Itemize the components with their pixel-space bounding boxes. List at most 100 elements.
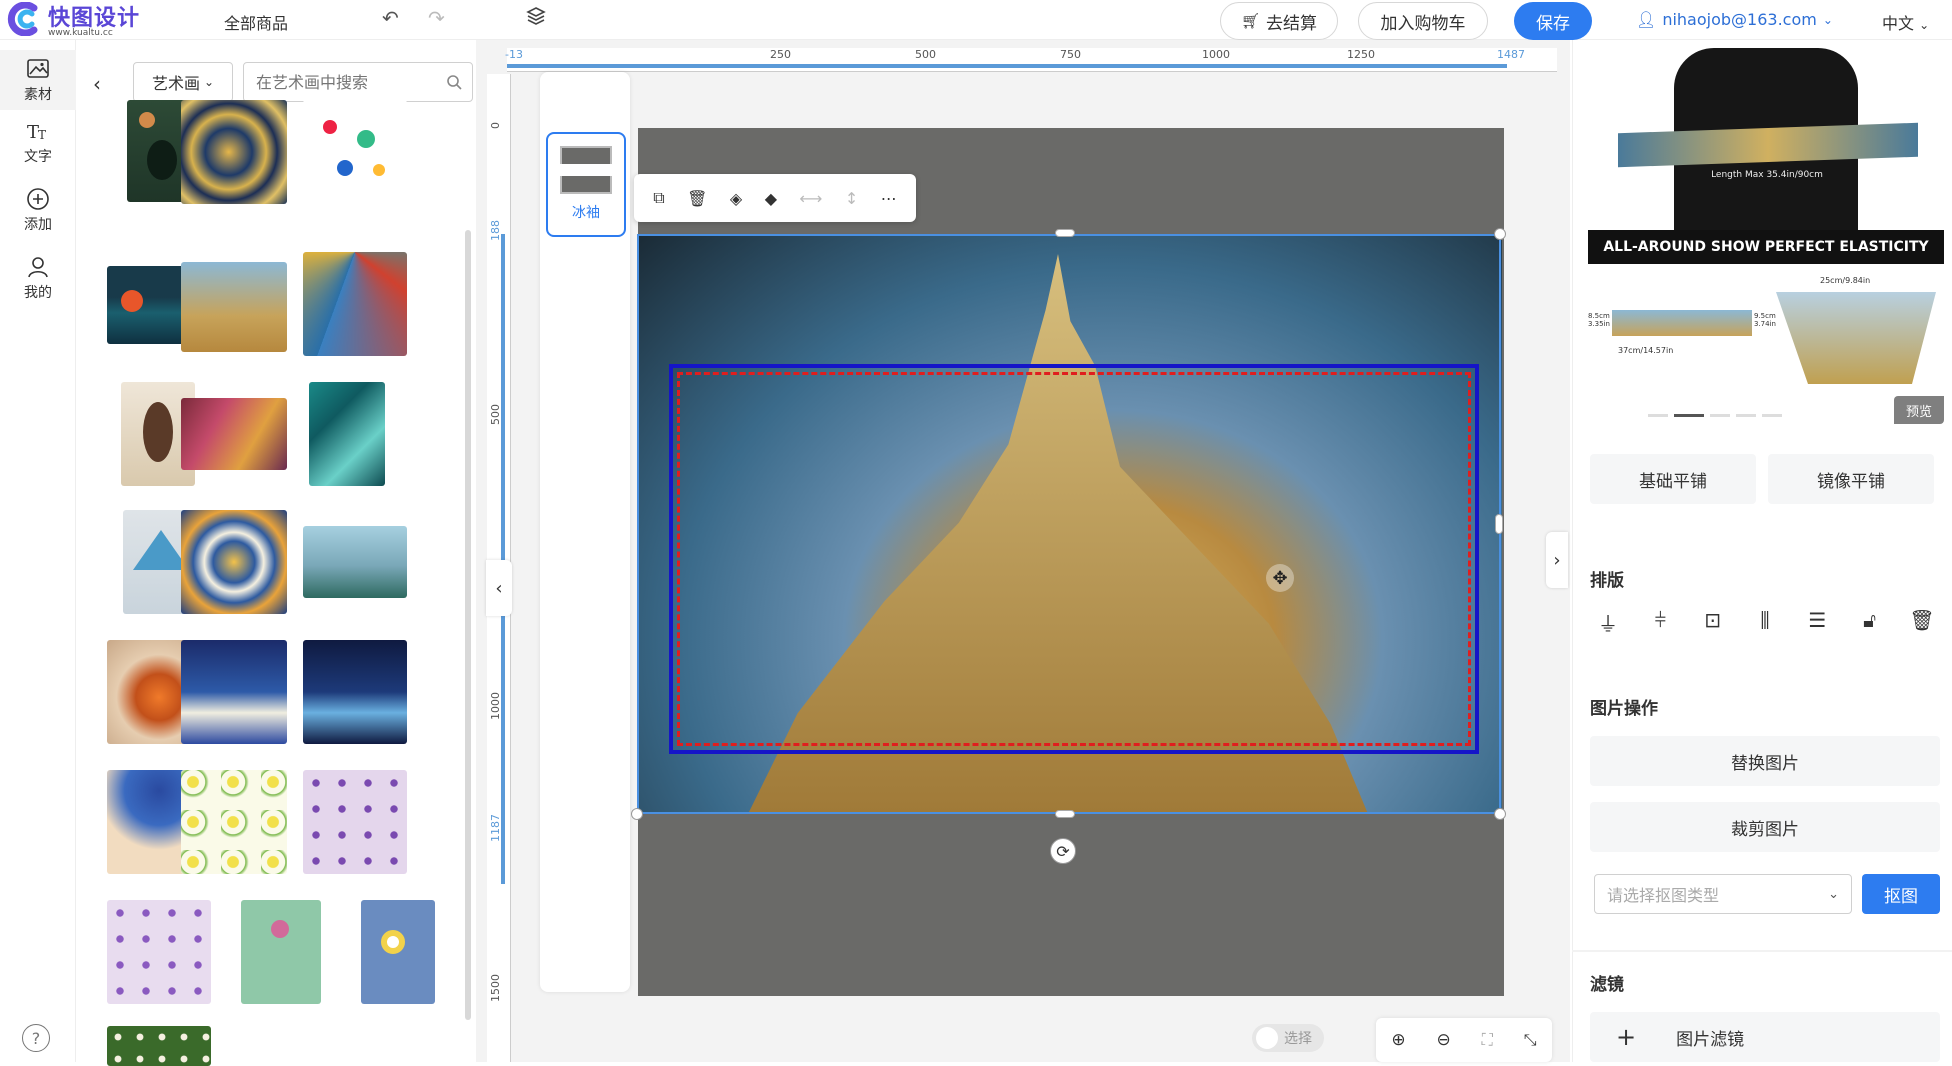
layer-down-icon[interactable]: ◆ bbox=[765, 189, 777, 208]
lock-icon[interactable]: 🔓︎ bbox=[1852, 608, 1888, 637]
trash-icon[interactable]: 🗑︎ bbox=[1904, 608, 1940, 637]
rail-label: 添加 bbox=[24, 217, 52, 233]
view-thumb-sleeve[interactable]: 冰袖 bbox=[546, 132, 626, 237]
all-products-link[interactable]: 全部商品 bbox=[224, 10, 288, 34]
preview-dots[interactable] bbox=[1648, 414, 1808, 417]
material-thumb[interactable] bbox=[303, 526, 407, 598]
delete-icon[interactable]: 🗑︎ bbox=[687, 189, 707, 208]
image-filter-label: 图片滤镜 bbox=[1676, 1029, 1745, 1050]
cutout-placeholder: 请选择抠图类型 bbox=[1607, 886, 1720, 905]
product-preview: Length Max 35.4in/90cm ALL-AROUND SHOW P… bbox=[1588, 48, 1944, 424]
shrink-icon[interactable]: ⤡ bbox=[1524, 1030, 1537, 1050]
back-icon[interactable]: ‹ bbox=[93, 72, 101, 96]
material-thumb[interactable] bbox=[181, 640, 287, 744]
user-menu[interactable]: 👤︎ nihaojob@163.com ⌄ bbox=[1636, 10, 1833, 29]
layer-up-icon[interactable]: ◈ bbox=[730, 189, 742, 208]
add-cart-button[interactable]: 加入购物车 bbox=[1358, 2, 1488, 40]
cutout-type-select[interactable]: 请选择抠图类型 ⌄ bbox=[1594, 874, 1852, 914]
select-toggle[interactable]: 选择 bbox=[1252, 1024, 1324, 1052]
flip-vertical-icon[interactable]: ↕ bbox=[845, 189, 858, 208]
cutout-button[interactable]: 抠图 bbox=[1862, 874, 1940, 914]
search-input[interactable] bbox=[254, 71, 424, 93]
preview-dim: 9.5cm 3.74in bbox=[1754, 312, 1776, 328]
panel-scrollbar[interactable] bbox=[465, 230, 471, 1020]
zoom-in-icon[interactable]: ⊕ bbox=[1391, 1030, 1405, 1050]
checkout-button[interactable]: 🛒︎ 去结算 bbox=[1220, 2, 1338, 40]
user-icon bbox=[28, 257, 48, 278]
material-thumb[interactable] bbox=[303, 770, 407, 874]
replace-image-button[interactable]: 替换图片 bbox=[1590, 736, 1940, 786]
more-icon[interactable]: ⋯ bbox=[881, 189, 897, 208]
flip-horizontal-icon[interactable]: ⟷ bbox=[799, 189, 822, 208]
preview-flat bbox=[1612, 310, 1752, 336]
resize-handle[interactable] bbox=[1494, 228, 1506, 240]
resize-handle[interactable] bbox=[1494, 808, 1506, 820]
tile-basic-button[interactable]: 基础平铺 bbox=[1590, 454, 1756, 504]
save-button[interactable]: 保存 bbox=[1514, 2, 1592, 40]
preview-stretch bbox=[1776, 292, 1936, 384]
material-thumb[interactable] bbox=[181, 770, 287, 874]
material-thumb[interactable] bbox=[181, 398, 287, 470]
material-thumb[interactable] bbox=[181, 100, 287, 204]
materials-panel: ‹ 艺术画 ⌄ bbox=[77, 40, 475, 1066]
preview-banner: ALL-AROUND SHOW PERFECT ELASTICITY bbox=[1588, 230, 1944, 264]
redo-icon[interactable]: ↷ bbox=[428, 6, 445, 30]
align-center-vertical-icon[interactable]: ⏚ bbox=[1590, 608, 1626, 637]
material-thumb[interactable] bbox=[303, 252, 407, 356]
material-thumb[interactable] bbox=[303, 640, 407, 744]
toggle-knob bbox=[1256, 1027, 1278, 1049]
rail-item-text[interactable]: TT 文字 bbox=[0, 118, 76, 174]
fit-screen-icon[interactable]: ⛶ bbox=[1482, 1030, 1493, 1050]
divider bbox=[1572, 950, 1952, 952]
view-label: 冰袖 bbox=[572, 205, 600, 221]
material-thumb[interactable] bbox=[107, 900, 211, 1004]
material-thumb[interactable] bbox=[303, 100, 407, 204]
resize-handle[interactable] bbox=[1055, 229, 1075, 237]
material-thumb[interactable] bbox=[181, 262, 287, 352]
material-thumb[interactable] bbox=[241, 900, 321, 1004]
selection-frame[interactable] bbox=[637, 234, 1501, 814]
distribute-horizontal-icon[interactable]: ⫼ bbox=[1747, 608, 1783, 637]
layers-icon[interactable] bbox=[526, 6, 546, 31]
preview-dim: 8.5cm 3.35in bbox=[1588, 312, 1610, 328]
top-header: 快图设计 www.kualtu.cc 全部商品 ↶ ↷ 🛒︎ 去结算 加入购物车… bbox=[0, 0, 1952, 40]
fit-frame-icon[interactable]: ⊡ bbox=[1695, 608, 1731, 637]
category-select[interactable]: 艺术画 ⌄ bbox=[133, 62, 233, 102]
ruler-tick: 250 bbox=[770, 48, 791, 61]
language-select[interactable]: 中文 ⌄ bbox=[1882, 10, 1929, 34]
resize-handle[interactable] bbox=[631, 808, 643, 820]
material-thumb[interactable] bbox=[181, 510, 287, 614]
crop-image-button[interactable]: 裁剪图片 bbox=[1590, 802, 1940, 852]
preview-photo: Length Max 35.4in/90cm bbox=[1588, 48, 1944, 230]
resize-handle[interactable] bbox=[1055, 810, 1075, 818]
collapse-left-icon[interactable]: ‹ bbox=[486, 560, 512, 616]
search-box[interactable] bbox=[243, 62, 473, 102]
rail-item-add[interactable]: 添加 bbox=[0, 186, 76, 242]
zoom-out-icon[interactable]: ⊖ bbox=[1437, 1030, 1451, 1050]
rail-item-materials[interactable]: 素材 bbox=[0, 50, 76, 110]
resize-handle[interactable] bbox=[1495, 514, 1503, 534]
preview-button[interactable]: 预览 bbox=[1894, 396, 1944, 424]
tile-mirror-button[interactable]: 镜像平铺 bbox=[1768, 454, 1934, 504]
preview-dim: 25cm/9.84in bbox=[1820, 276, 1871, 285]
filter-title: 滤镜 bbox=[1590, 975, 1624, 995]
material-thumb[interactable] bbox=[361, 900, 435, 1004]
rotate-handle[interactable]: ⟳ bbox=[1050, 838, 1076, 864]
distribute-vertical-icon[interactable]: ☰ bbox=[1799, 608, 1835, 637]
move-icon[interactable]: ✥ bbox=[1266, 564, 1294, 592]
image-icon bbox=[27, 59, 49, 78]
material-thumb[interactable] bbox=[309, 382, 385, 486]
help-icon[interactable]: ? bbox=[22, 1024, 50, 1052]
align-center-horizontal-icon[interactable]: ⫩ bbox=[1642, 608, 1678, 637]
image-ops-title: 图片操作 bbox=[1590, 699, 1658, 719]
logo-icon[interactable] bbox=[6, 2, 42, 36]
copy-icon[interactable]: ⧉ bbox=[653, 188, 664, 208]
image-filter-button[interactable]: + 图片滤镜 bbox=[1590, 1012, 1940, 1062]
collapse-right-icon[interactable]: › bbox=[1546, 532, 1568, 588]
material-thumb[interactable] bbox=[107, 1026, 211, 1066]
ruler-tick: 1250 bbox=[1347, 48, 1375, 61]
cart-icon: 🛒︎ bbox=[1240, 12, 1261, 30]
search-icon[interactable] bbox=[446, 74, 462, 90]
undo-icon[interactable]: ↶ bbox=[382, 6, 399, 30]
rail-item-mine[interactable]: 我的 bbox=[0, 254, 76, 310]
